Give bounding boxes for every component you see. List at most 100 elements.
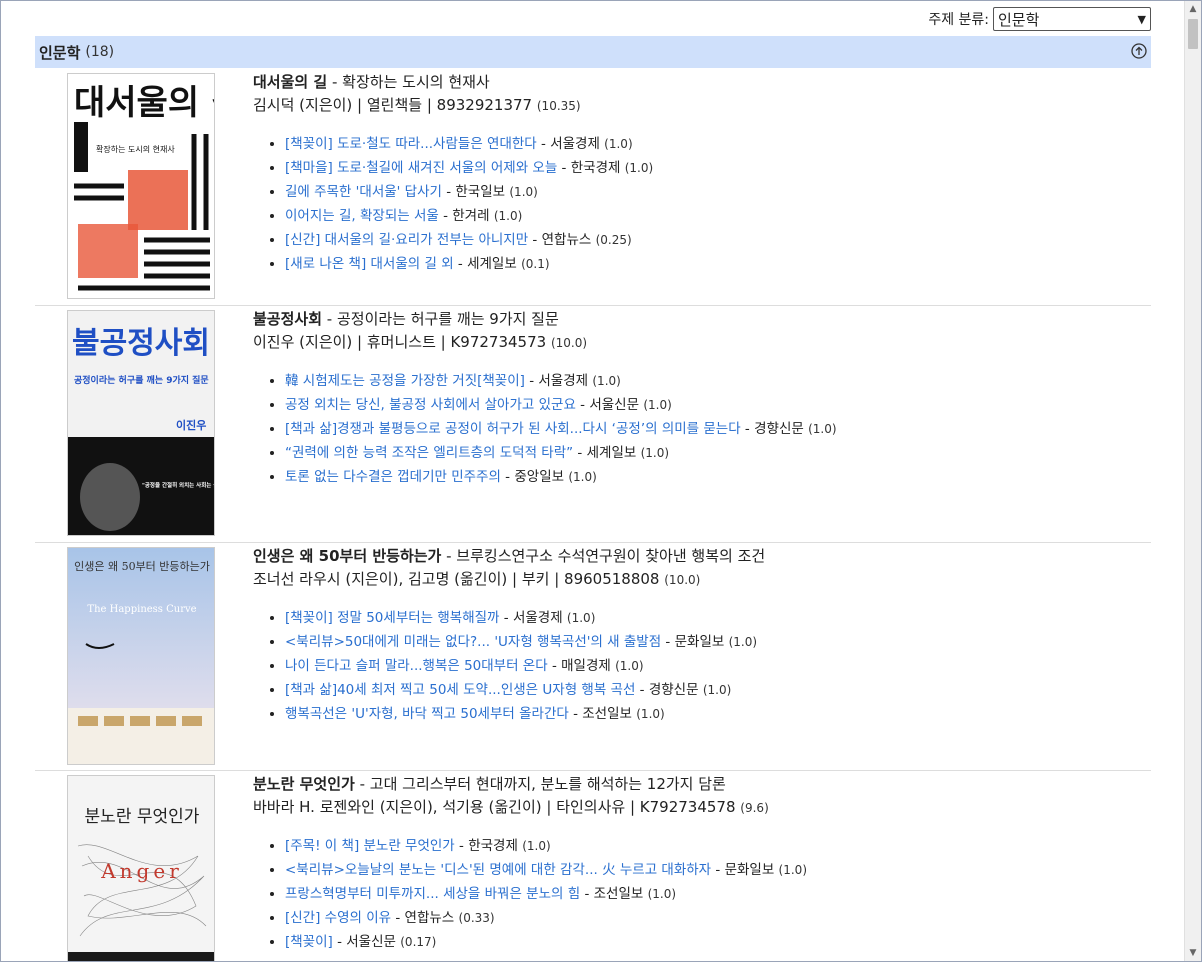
review-item: [책과 삶]경쟁과 불평등으로 공정이 허구가 된 사회...다시 ‘공정’의 … — [285, 417, 1151, 441]
cover-title: 대서울의 길 — [74, 83, 215, 123]
review-source: 조선일보 — [582, 706, 632, 722]
review-source: 연합뉴스 — [404, 910, 455, 926]
review-weight: (0.33) — [458, 911, 495, 925]
review-weight: (1.0) — [624, 161, 654, 175]
book-info: 인생은 왜 50부터 반등하는가 - 브루킹스연구소 수석연구원이 찾아낸 행복… — [253, 545, 1151, 726]
book-score: (10.35) — [536, 99, 581, 113]
scroll-down-arrow-icon[interactable]: ▼ — [1185, 945, 1201, 961]
review-link[interactable]: <북리뷰>50대에게 미래는 없다?... 'U자형 행복곡선'의 새 출발점 — [285, 634, 661, 650]
review-weight: (1.0) — [604, 137, 633, 151]
review-link[interactable]: [신간] 대서울의 길·요리가 전부는 아니지만 — [285, 232, 528, 248]
review-source: 경향신문 — [754, 421, 804, 437]
review-link[interactable]: 이어지는 길, 확장되는 서울 — [285, 208, 439, 224]
review-list: 韓 시험제도는 공정을 가장한 거짓[책꽂이] - 서울경제 (1.0) 공정 … — [253, 369, 1151, 489]
book-authors: 조너선 라우시 (지은이), 김고명 (옮긴이) | 부키 | 89605188… — [253, 570, 660, 588]
review-weight: (1.0) — [566, 611, 596, 625]
review-link[interactable]: [책마을] 도로·철길에 새겨진 서울의 어제와 오늘 — [285, 160, 557, 176]
category-select[interactable]: 인문학 ▼ — [993, 7, 1151, 31]
review-item: [주목! 이 책] 분노란 무엇인가 - 한국경제 (1.0) — [285, 834, 1151, 858]
review-source: 서울신문 — [346, 934, 396, 950]
review-link[interactable]: 행복곡선은 'U'자형, 바닥 찍고 50세부터 올라간다 — [285, 706, 569, 722]
review-weight: (1.0) — [636, 707, 665, 721]
book-cover-art: 불공정사회 공정이라는 허구를 깨는 9가지 질문 이진우 "공정을 간절히 외… — [68, 311, 214, 535]
review-item: 행복곡선은 'U'자형, 바닥 찍고 50세부터 올라간다 - 조선일보 (1.… — [285, 702, 1151, 726]
review-item: [신간] 수영의 이유 - 연합뉴스 (0.33) — [285, 906, 1151, 930]
review-source: 서울신문 — [589, 397, 640, 413]
review-link[interactable]: 프랑스혁명부터 미투까지... 세상을 바꿔은 분노의 힘 — [285, 886, 580, 902]
review-link[interactable]: 韓 시험제도는 공정을 가장한 거짓[책꽂이] — [285, 373, 525, 389]
review-weight: (1.0) — [728, 635, 758, 649]
review-list: [책꽂이] 도로·철도 따라...사람들은 연대한다 - 서울경제 (1.0) … — [253, 132, 1151, 276]
review-weight: (1.0) — [615, 659, 644, 673]
review-link[interactable]: [책과 삶]경쟁과 불평등으로 공정이 허구가 된 사회...다시 ‘공정’의 … — [285, 421, 741, 437]
review-source: 서울경제 — [550, 136, 600, 152]
cover-author: 이진우 — [176, 418, 206, 432]
book-title[interactable]: 불공정사회 — [253, 310, 322, 328]
review-weight: (1.0) — [509, 185, 538, 199]
review-item: 프랑스혁명부터 미투까지... 세상을 바꿔은 분노의 힘 - 조선일보 (1.… — [285, 882, 1151, 906]
review-weight: (1.0) — [647, 887, 677, 901]
review-weight: (0.25) — [595, 233, 632, 247]
filter-bar: 주제 분류: 인문학 ▼ — [1, 1, 1185, 35]
book-authors: 이진우 (지은이) | 휴머니스트 | K972734573 — [253, 333, 547, 351]
category-filter: 주제 분류: 인문학 ▼ — [928, 7, 1151, 31]
review-source: 한국경제 — [468, 838, 518, 854]
scroll-thumb[interactable] — [1188, 19, 1198, 49]
review-item: [책꽂이] - 서울신문 (0.17) — [285, 930, 1151, 954]
section-count: (18) — [85, 44, 115, 60]
book-title[interactable]: 분노란 무엇인가 — [253, 775, 355, 793]
section-header[interactable]: 인문학 (18) — [35, 36, 1151, 68]
scroll-up-arrow-icon[interactable]: ▲ — [1185, 1, 1201, 17]
book-subtitle: - 브루킹스연구소 수석연구원이 찾아낸 행복의 조건 — [441, 547, 766, 565]
review-source: 문화일보 — [674, 634, 725, 650]
book-title[interactable]: 대서울의 길 — [253, 73, 327, 91]
review-link[interactable]: 길에 주목한 '대서울' 답사기 — [285, 184, 442, 200]
review-source: 중앙일보 — [514, 469, 565, 485]
section-title: 인문학 — [39, 43, 81, 62]
review-item: [책과 삶]40세 최저 찍고 50세 도약...인생은 U자형 행복 곡선 -… — [285, 678, 1151, 702]
book-entry: 분노란 무엇인가 Anger 분노란 무엇인가 - 고대 그리스부터 현대까지,… — [35, 771, 1151, 961]
book-cover[interactable]: 대서울의 길 확장하는 도시의 현재사 — [67, 73, 215, 299]
review-link[interactable]: [책과 삶]40세 최저 찍고 50세 도약...인생은 U자형 행복 곡선 — [285, 682, 635, 698]
review-link[interactable]: [새로 나온 책] 대서울의 길 외 — [285, 256, 454, 272]
book-subtitle: - 고대 그리스부터 현대까지, 분노를 해석하는 12가지 담론 — [354, 775, 726, 793]
review-weight: (1.0) — [808, 422, 837, 436]
book-info: 분노란 무엇인가 - 고대 그리스부터 현대까지, 분노를 해석하는 12가지 … — [253, 773, 1151, 954]
book-cover-art: 분노란 무엇인가 Anger — [68, 776, 214, 961]
book-subtitle: - 확장하는 도시의 현재사 — [327, 73, 490, 91]
review-source: 경향신문 — [648, 682, 699, 698]
review-item: 이어지는 길, 확장되는 서울 - 한겨레 (1.0) — [285, 204, 1151, 228]
book-cover[interactable]: 인생은 왜 50부터 반등하는가 The Happiness Curve — [67, 547, 215, 765]
review-link[interactable]: “권력에 의한 능력 조작은 엘리트층의 도덕적 타락” — [285, 445, 573, 461]
review-link[interactable]: [신간] 수영의 이유 — [285, 910, 391, 926]
book-info: 불공정사회 - 공정이라는 허구를 깨는 9가지 질문 이진우 (지은이) | … — [253, 308, 1151, 489]
book-subtitle: - 공정이라는 허구를 깨는 9가지 질문 — [322, 310, 559, 328]
book-cover[interactable]: 불공정사회 공정이라는 허구를 깨는 9가지 질문 이진우 "공정을 간절히 외… — [67, 310, 215, 536]
review-item: 나이 든다고 슬퍼 말라...행복은 50대부터 온다 - 매일경제 (1.0) — [285, 654, 1151, 678]
review-link[interactable]: 나이 든다고 슬퍼 말라...행복은 50대부터 온다 — [285, 658, 548, 674]
book-entry: 인생은 왜 50부터 반등하는가 The Happiness Curve 인생은… — [35, 543, 1151, 771]
review-link[interactable]: [책꽂이] — [285, 934, 333, 950]
review-item: [책마을] 도로·철길에 새겨진 서울의 어제와 오늘 - 한국경제 (1.0) — [285, 156, 1151, 180]
review-item: 韓 시험제도는 공정을 가장한 거짓[책꽂이] - 서울경제 (1.0) — [285, 369, 1151, 393]
book-authors: 바바라 H. 로젠와인 (지은이), 석기용 (옮긴이) | 타인의사유 | K… — [253, 798, 736, 816]
scroll-to-top-icon[interactable] — [1131, 43, 1147, 59]
book-meta: 김시덕 (지은이) | 열린책들 | 8932921377 (10.35) — [253, 93, 1151, 118]
book-title[interactable]: 인생은 왜 50부터 반등하는가 — [253, 547, 441, 565]
review-link[interactable]: [주목! 이 책] 분노란 무엇인가 — [285, 838, 455, 854]
review-item: [신간] 대서울의 길·요리가 전부는 아니지만 - 연합뉴스 (0.25) — [285, 228, 1151, 252]
book-score: (10.0) — [550, 336, 588, 350]
review-link[interactable]: [책꽂이] 정말 50세부터는 행복해질까 — [285, 610, 499, 626]
review-link[interactable]: <북리뷰>오늘날의 분노는 '디스'된 명예에 대한 감각... 火 누르고 대… — [285, 862, 711, 878]
review-link[interactable]: 공정 외치는 당신, 불공정 사회에서 살아가고 있군요 — [285, 397, 576, 413]
book-cover[interactable]: 분노란 무엇인가 Anger — [67, 775, 215, 961]
vertical-scrollbar[interactable]: ▲ ▼ — [1184, 1, 1201, 961]
review-weight: (1.0) — [778, 863, 807, 877]
cover-subtitle: The Happiness Curve — [87, 604, 196, 615]
review-item: [책꽂이] 정말 50세부터는 행복해질까 - 서울경제 (1.0) — [285, 606, 1151, 630]
review-source: 한국일보 — [455, 184, 506, 200]
book-score: (10.0) — [664, 573, 701, 587]
review-item: [책꽂이] 도로·철도 따라...사람들은 연대한다 - 서울경제 (1.0) — [285, 132, 1151, 156]
review-link[interactable]: [책꽂이] 도로·철도 따라...사람들은 연대한다 — [285, 136, 537, 152]
review-link[interactable]: 토론 없는 다수결은 껍데기만 민주주의 — [285, 469, 501, 485]
